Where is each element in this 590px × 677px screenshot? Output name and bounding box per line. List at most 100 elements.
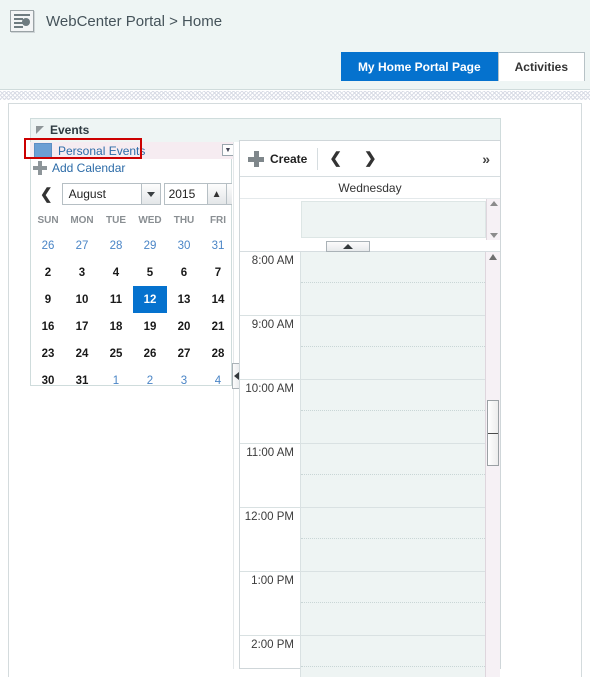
- mini-calendar-grid: SUN MON TUE WED THU FRI SAT 262728293031…: [31, 212, 261, 394]
- mini-calendar-day[interactable]: 6: [167, 259, 201, 286]
- time-grid: 8:00 AM 9:00 AM 10:00 AM 11:00 AM 12:00 PM 1:…: [240, 252, 500, 677]
- mini-calendar-day[interactable]: 2: [133, 367, 167, 394]
- add-calendar-link[interactable]: Add Calendar: [30, 159, 125, 176]
- scrollbar-thumb[interactable]: [487, 400, 499, 466]
- mini-calendar-day[interactable]: 14: [201, 286, 235, 313]
- time-label: 1:00 PM: [240, 572, 300, 636]
- mini-calendar-day[interactable]: 3: [167, 367, 201, 394]
- breadcrumb-label: WebCenter Portal > Home: [46, 12, 223, 30]
- half-hour-divider: [301, 444, 485, 475]
- mini-calendar-day[interactable]: 26: [133, 340, 167, 367]
- mini-calendar-day[interactable]: 5: [133, 259, 167, 286]
- mini-calendar-day[interactable]: 25: [99, 340, 133, 367]
- mini-calendar-day[interactable]: 7: [201, 259, 235, 286]
- spinner-up-icon[interactable]: ▲: [206, 184, 226, 204]
- toolbar-overflow-button[interactable]: »: [482, 151, 490, 167]
- mini-calendar-day[interactable]: 20: [167, 313, 201, 340]
- weekday-mon: MON: [70, 215, 94, 226]
- create-button[interactable]: Create: [240, 142, 317, 176]
- weekday-wed: WED: [138, 215, 162, 226]
- calendar-list-item-label[interactable]: Personal Events: [58, 144, 145, 158]
- mini-calendar-day[interactable]: 12: [133, 286, 167, 313]
- year-spinner-value: 2015: [168, 187, 196, 201]
- mini-calendar-day[interactable]: 3: [65, 259, 99, 286]
- day-header: Wednesday: [240, 177, 500, 199]
- month-select[interactable]: August: [61, 183, 161, 205]
- breadcrumb: WebCenter Portal > Home: [10, 10, 222, 32]
- mini-calendar-day[interactable]: 13: [167, 286, 201, 313]
- mini-calendar-day[interactable]: 31: [201, 232, 235, 259]
- mini-calendar-day[interactable]: 29: [133, 232, 167, 259]
- weekday-fri: FRI: [209, 215, 227, 226]
- time-slot-cell[interactable]: [301, 316, 485, 380]
- mini-calendar-day[interactable]: 16: [31, 313, 65, 340]
- calendar-toolbar: Create ❮ ❯ »: [240, 141, 500, 177]
- collapse-up-icon[interactable]: [326, 241, 370, 252]
- half-hour-divider: [301, 508, 485, 539]
- half-hour-divider: [301, 252, 485, 283]
- scroll-down-icon[interactable]: [489, 233, 498, 238]
- mini-calendar-day[interactable]: 31: [65, 367, 99, 394]
- all-day-gutter: [240, 199, 301, 240]
- time-label: 9:00 AM: [240, 316, 300, 380]
- time-slot-cell[interactable]: [301, 508, 485, 572]
- chevron-right-icon[interactable]: ❯: [353, 151, 388, 166]
- mini-calendar-day[interactable]: 23: [31, 340, 65, 367]
- mini-calendar-day[interactable]: 30: [31, 367, 65, 394]
- chevron-left-icon[interactable]: ❮: [31, 187, 62, 202]
- time-label: 12:00 PM: [240, 508, 300, 572]
- mini-calendar-day[interactable]: 4: [99, 259, 133, 286]
- mini-calendar-day[interactable]: 24: [65, 340, 99, 367]
- half-hour-divider: [301, 316, 485, 347]
- mini-calendar-day[interactable]: 28: [201, 340, 235, 367]
- caret-down-icon[interactable]: [140, 184, 160, 204]
- time-grid-scrollbar[interactable]: [485, 252, 500, 677]
- mini-calendar-day[interactable]: 26: [31, 232, 65, 259]
- tab-bar: My Home Portal Page Activities: [340, 52, 585, 81]
- half-hour-divider: [301, 572, 485, 603]
- report-icon: [10, 10, 34, 32]
- mini-calendar-day[interactable]: 17: [65, 313, 99, 340]
- mini-calendar-day[interactable]: 21: [201, 313, 235, 340]
- scroll-up-icon[interactable]: [489, 254, 497, 260]
- mini-calendar-day[interactable]: 27: [167, 340, 201, 367]
- all-day-scrollbar[interactable]: [486, 199, 500, 240]
- tab-my-home-portal-page[interactable]: My Home Portal Page: [340, 52, 498, 81]
- month-select-value: August: [68, 187, 106, 201]
- time-slot-cell[interactable]: [301, 252, 485, 316]
- time-slot-body[interactable]: [300, 252, 485, 677]
- time-slot-cell[interactable]: [301, 444, 485, 508]
- time-label: 10:00 AM: [240, 380, 300, 444]
- add-calendar-label[interactable]: Add Calendar: [52, 161, 125, 175]
- plus-icon: [33, 160, 47, 175]
- time-slot-cell[interactable]: [301, 636, 485, 677]
- mini-calendar-day[interactable]: 11: [99, 286, 133, 313]
- mini-calendar-day[interactable]: 1: [99, 367, 133, 394]
- mini-calendar-day[interactable]: 30: [167, 232, 201, 259]
- chevron-left-icon[interactable]: ❮: [318, 151, 353, 166]
- time-slot-cell[interactable]: [301, 380, 485, 444]
- calendar-list-item-personal-events[interactable]: Personal Events ▼: [30, 142, 237, 159]
- mini-calendar-day[interactable]: 18: [99, 313, 133, 340]
- mini-calendar-day[interactable]: 4: [201, 367, 235, 394]
- time-slot-cell[interactable]: [301, 572, 485, 636]
- mini-calendar-day[interactable]: 2: [31, 259, 65, 286]
- hatched-divider: [0, 91, 590, 101]
- tab-activities[interactable]: Activities: [497, 52, 585, 81]
- mini-calendar-day[interactable]: 10: [65, 286, 99, 313]
- create-button-label: Create: [270, 151, 308, 166]
- mini-calendar-day[interactable]: 19: [133, 313, 167, 340]
- screen-root: WebCenter Portal > Home My Home Portal P…: [0, 0, 590, 677]
- page-banner: WebCenter Portal > Home My Home Portal P…: [0, 0, 590, 90]
- mini-calendar-day[interactable]: 28: [99, 232, 133, 259]
- year-spinner[interactable]: 2015 ▲ ▼: [163, 183, 232, 205]
- horizontal-splitter[interactable]: [240, 241, 500, 252]
- triangle-collapse-icon[interactable]: [36, 125, 44, 134]
- spinner-down-icon[interactable]: ▼: [225, 184, 232, 204]
- scroll-up-icon[interactable]: [489, 201, 498, 206]
- mini-calendar-day[interactable]: 9: [31, 286, 65, 313]
- all-day-events-area[interactable]: [301, 201, 486, 238]
- mini-calendar-day[interactable]: 27: [65, 232, 99, 259]
- weekday-thu: THU: [173, 215, 195, 226]
- weekday-tue: TUE: [106, 215, 126, 226]
